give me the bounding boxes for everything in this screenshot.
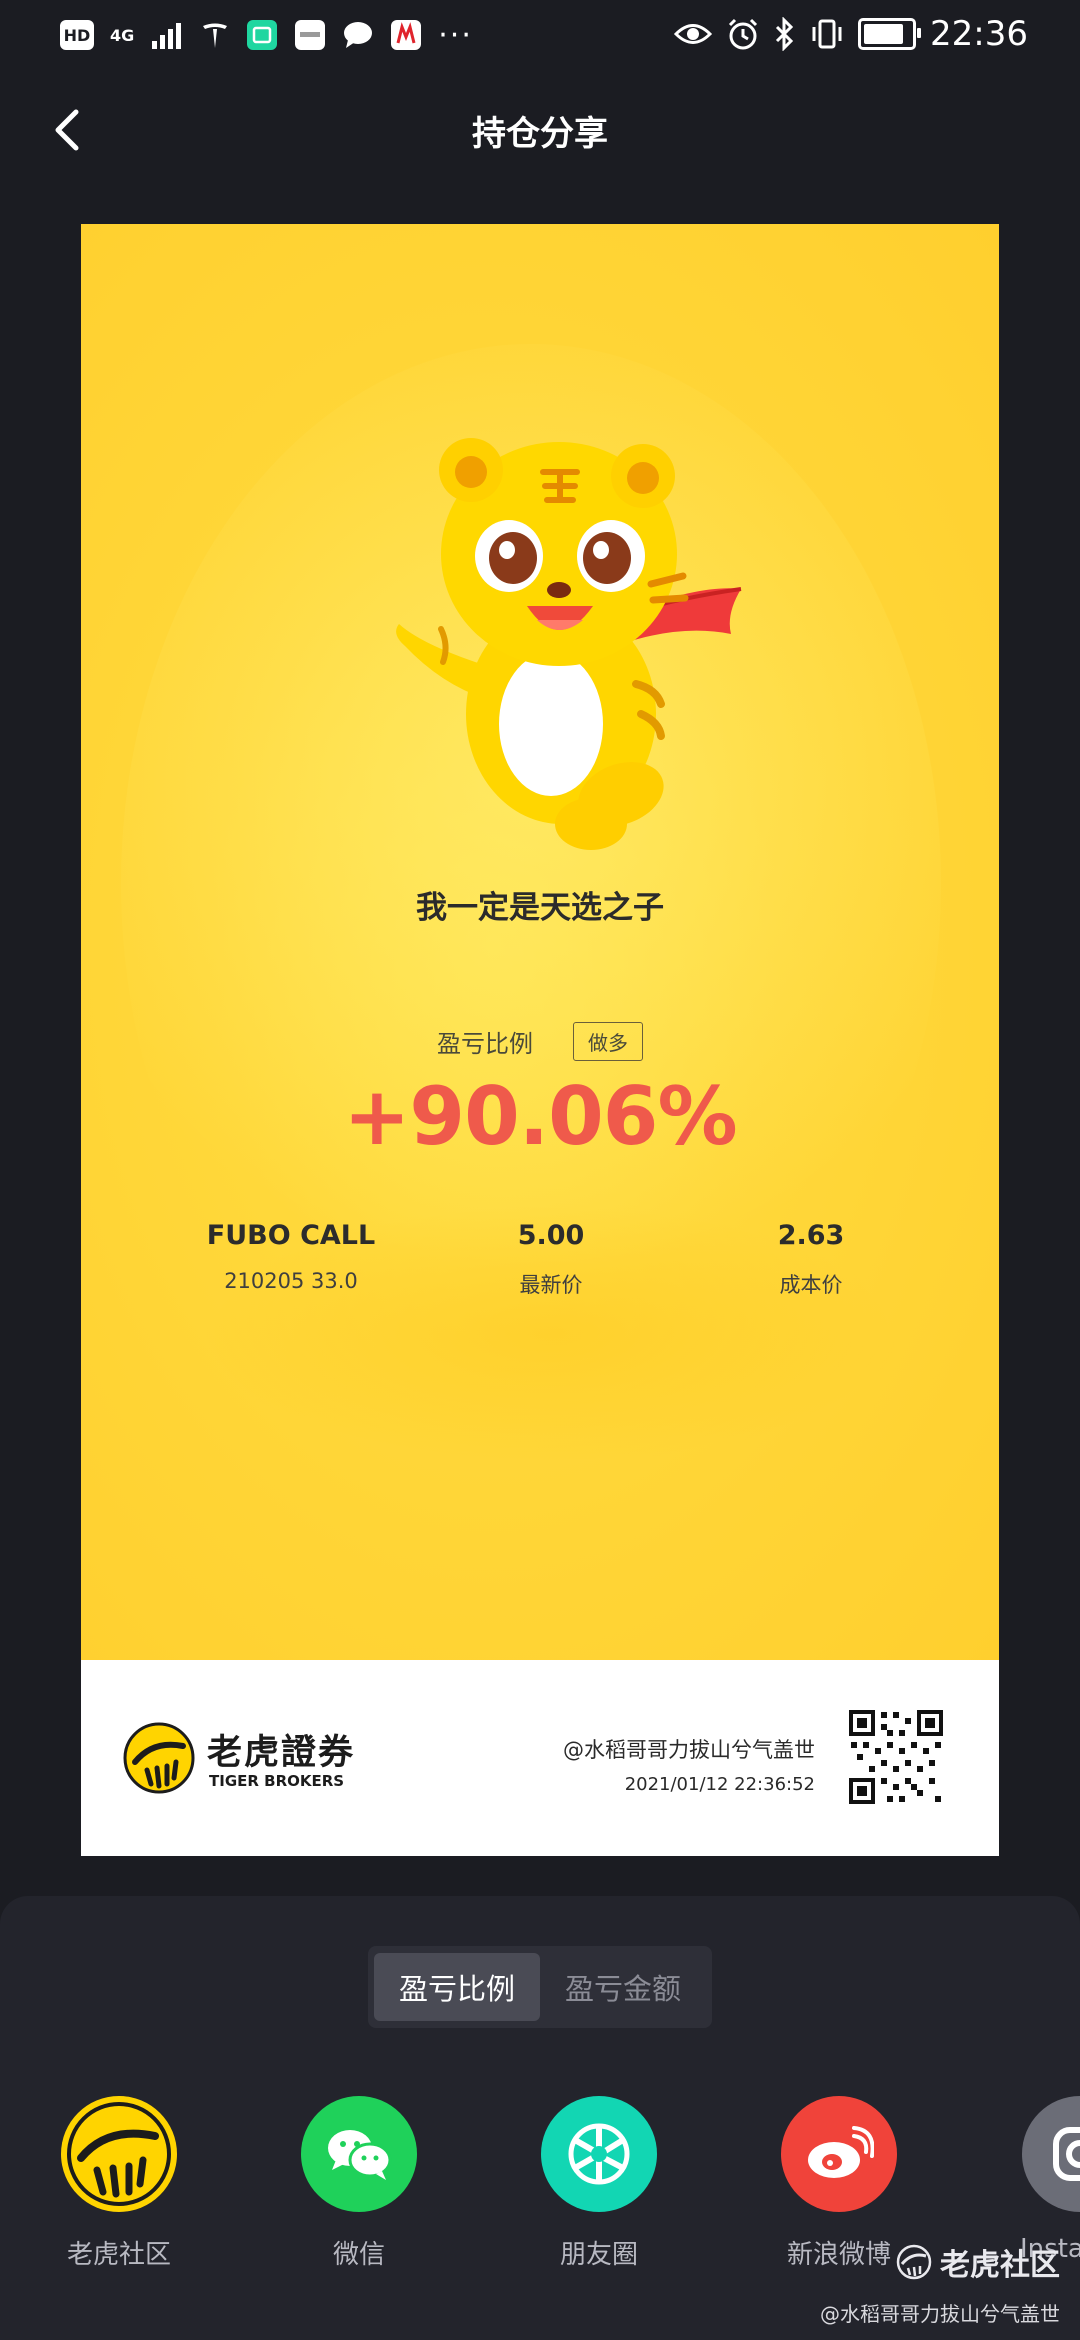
share-card: 我一定是天选之子 盈亏比例 做多 +90.06% FUBO CALL 21020… [81,224,999,1856]
contract-name: FUBO CALL [206,1220,376,1251]
brand-name-cn: 老虎證券 [207,1733,356,1773]
alarm-icon [726,17,760,51]
share-username: @水稻哥哥力拔山兮气盖世 [563,1738,815,1762]
direction-tag: 做多 [573,1022,643,1061]
status-left-icons: HD 4G ··· [60,17,473,53]
more-notifications-icon: ··· [438,17,473,53]
network-type-label: 4G [110,25,135,45]
page-title: 持仓分享 [472,114,608,154]
pnl-ratio-row: 盈亏比例 做多 [81,1022,999,1061]
hd-badge: HD [60,20,94,50]
latest-price-value: 5.00 [517,1220,585,1251]
cost-price-value: 2.63 [777,1220,845,1251]
status-right-icons: 22:36 [674,14,1028,54]
signal-icon [150,18,184,52]
user-watermark: @水稻哥哥力拔山兮气盖世 [820,2302,1060,2326]
mijia-icon [246,18,278,52]
battery-level [864,24,904,44]
share-label-moments: 朋友圈 [559,2240,638,2270]
tiger-watermark-icon [896,2244,932,2280]
message-icon [342,18,374,52]
nav-bar: 持仓分享 [0,76,1080,186]
share-wechat[interactable]: 微信 [274,2096,444,2271]
position-stats: FUBO CALL 210205 33.0 5.00 最新价 2.63 成本价 [171,1220,931,1299]
tiger-community-icon [61,2096,177,2212]
share-slogan: 我一定是天选之子 [416,890,664,926]
share-label-wechat: 微信 [332,2240,385,2270]
cost-price-label: 成本价 [779,1273,843,1297]
card-yellow-area: 我一定是天选之子 盈亏比例 做多 +90.06% FUBO CALL 21020… [81,224,999,1660]
card-footer: 老虎證券 TIGER BROKERS @水稻哥哥力拔山兮气盖世 2021/01/… [81,1660,999,1856]
segment-pnl-amount[interactable]: 盈亏金额 [540,1953,706,2021]
stat-contract: FUBO CALL 210205 33.0 [171,1220,411,1299]
eye-icon [674,17,713,51]
tesla-icon [200,18,230,52]
share-tiger-community[interactable]: 老虎社区 [34,2096,204,2271]
community-watermark: 老虎社区 [896,2240,1060,2284]
qr-code [847,1708,945,1806]
latest-price-label: 最新价 [519,1273,583,1297]
share-moments[interactable]: 朋友圈 [514,2096,684,2271]
tiger-mascot-illustration [396,438,742,850]
share-timestamp: 2021/01/12 22:36:52 [624,1774,815,1795]
vibrate-icon [810,17,844,51]
huawei-app-icon [294,18,326,52]
display-mode-toggle: 盈亏比例 盈亏金额 [368,1946,712,2028]
contract-detail: 210205 33.0 [224,1269,358,1293]
moments-icon [541,2096,657,2212]
stat-latest-price: 5.00 最新价 [431,1220,671,1299]
weibo-icon [781,2096,897,2212]
stat-cost-price: 2.63 成本价 [691,1220,931,1299]
status-time: 22:36 [930,14,1028,54]
share-instagram[interactable]: Insta [994,2096,1080,2264]
wechat-icon [301,2096,417,2212]
pnl-percent-value: +90.06% [343,1070,737,1163]
brand-name-en: TIGER BROKERS [209,1772,345,1790]
instagram-icon [1022,2096,1080,2212]
segment-pnl-ratio[interactable]: 盈亏比例 [374,1953,540,2021]
pnl-ratio-label: 盈亏比例 [437,1030,533,1058]
tiger-brokers-logo-icon [123,1722,195,1794]
share-label-tiger-community: 老虎社区 [66,2240,171,2270]
battery-icon [858,18,922,50]
community-watermark-text: 老虎社区 [940,2248,1060,2283]
cmb-bank-icon [390,18,422,52]
bluetooth-icon [774,17,796,51]
status-bar: HD 4G ··· 22:36 [0,0,1080,76]
